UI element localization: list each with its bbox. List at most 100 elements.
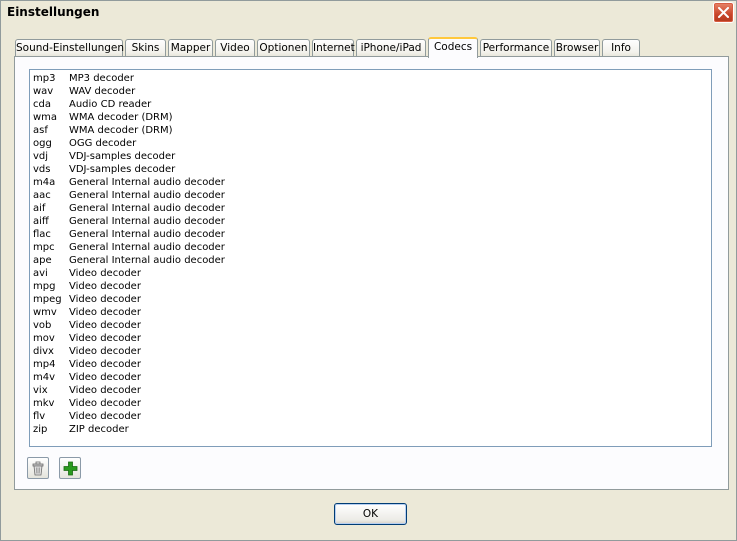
- codec-description: WAV decoder: [69, 86, 136, 97]
- codec-description: Video decoder: [69, 372, 141, 383]
- close-icon: [718, 7, 729, 18]
- codec-extension: vds: [33, 164, 51, 175]
- codec-extension: mp4: [33, 359, 56, 370]
- tab-iphone-ipad[interactable]: iPhone/iPad: [356, 39, 426, 57]
- codec-extension: vob: [33, 320, 52, 331]
- codec-description: Video decoder: [69, 359, 141, 370]
- codec-description: Video decoder: [69, 281, 141, 292]
- codec-extension: mkv: [33, 398, 55, 409]
- tab-optionen[interactable]: Optionen: [257, 39, 310, 57]
- codec-description: VDJ-samples decoder: [69, 151, 176, 162]
- codec-extension: vdj: [33, 151, 49, 162]
- settings-window: Einstellungen Sound-Einstellungen Skins Ma…: [0, 0, 737, 541]
- codec-description: Video decoder: [69, 333, 141, 344]
- codec-extension: cda: [33, 99, 51, 110]
- codec-description: VDJ-samples decoder: [69, 164, 176, 175]
- list-item[interactable]: divx Video decoder: [33, 345, 141, 358]
- list-item[interactable]: aiff General Internal audio decoder: [33, 215, 225, 228]
- list-item[interactable]: mp3 MP3 decoder: [33, 72, 134, 85]
- list-item[interactable]: mkv Video decoder: [33, 397, 141, 410]
- codec-description: WMA decoder (DRM): [69, 125, 173, 136]
- list-item[interactable]: mpc General Internal audio decoder: [33, 241, 225, 254]
- codec-description: MP3 decoder: [69, 73, 134, 84]
- list-item[interactable]: wav WAV decoder: [33, 85, 135, 98]
- list-item[interactable]: vix Video decoder: [33, 384, 141, 397]
- codec-description: WMA decoder (DRM): [69, 112, 173, 123]
- codec-extension: wmv: [33, 307, 57, 318]
- codec-extension: mpc: [33, 242, 55, 253]
- codec-description: General Internal audio decoder: [69, 242, 225, 253]
- codec-description: Video decoder: [69, 346, 141, 357]
- codec-extension: m4a: [33, 177, 56, 188]
- list-item[interactable]: ape General Internal audio decoder: [33, 254, 225, 267]
- tab-browser[interactable]: Browser: [554, 39, 600, 57]
- list-item[interactable]: vdj VDJ-samples decoder: [33, 150, 175, 163]
- codec-list[interactable]: mp3 MP3 decoder wav WAV decoder cda Audio CD …: [29, 69, 712, 447]
- list-item[interactable]: cda Audio CD reader: [33, 98, 151, 111]
- codec-extension: mov: [33, 333, 55, 344]
- codec-extension: ogg: [33, 138, 52, 149]
- codec-description: ZIP decoder: [69, 424, 129, 435]
- codec-description: General Internal audio decoder: [69, 229, 225, 240]
- list-item[interactable]: flv Video decoder: [33, 410, 141, 423]
- codec-extension: asf: [33, 125, 48, 136]
- codec-extension: wav: [33, 86, 54, 97]
- codec-extension: mp3: [33, 73, 56, 84]
- list-item[interactable]: mpeg Video decoder: [33, 293, 141, 306]
- tab-info[interactable]: Info: [602, 39, 640, 57]
- delete-codec-button[interactable]: [27, 457, 49, 479]
- codec-description: Audio CD reader: [69, 99, 152, 110]
- list-item[interactable]: m4a General Internal audio decoder: [33, 176, 225, 189]
- list-item[interactable]: wma WMA decoder (DRM): [33, 111, 173, 124]
- trash-icon: [32, 461, 44, 475]
- codec-description: Video decoder: [69, 294, 141, 305]
- ok-button[interactable]: OK: [334, 503, 407, 525]
- tab-internet[interactable]: Internet: [312, 39, 355, 57]
- tab-video[interactable]: Video: [215, 39, 255, 57]
- codec-extension: avi: [33, 268, 48, 279]
- list-item[interactable]: zip ZIP decoder: [33, 423, 129, 436]
- codec-extension: flv: [33, 411, 46, 422]
- tab-sound-einstellungen[interactable]: Sound-Einstellungen: [15, 39, 124, 57]
- list-item[interactable]: vob Video decoder: [33, 319, 141, 332]
- tab-performance[interactable]: Performance: [480, 39, 552, 57]
- codec-description: Video decoder: [69, 411, 141, 422]
- codec-description: Video decoder: [69, 320, 141, 331]
- codec-description: General Internal audio decoder: [69, 203, 225, 214]
- codec-description: General Internal audio decoder: [69, 216, 225, 227]
- list-item[interactable]: aif General Internal audio decoder: [33, 202, 225, 215]
- codec-description: Video decoder: [69, 307, 141, 318]
- codec-extension: aiff: [33, 216, 49, 227]
- list-item[interactable]: vds VDJ-samples decoder: [33, 163, 175, 176]
- codec-extension: flac: [33, 229, 51, 240]
- list-item[interactable]: aac General Internal audio decoder: [33, 189, 225, 202]
- list-item[interactable]: m4v Video decoder: [33, 371, 141, 384]
- codec-extension: aif: [33, 203, 46, 214]
- list-item[interactable]: mpg Video decoder: [33, 280, 141, 293]
- list-item[interactable]: asf WMA decoder (DRM): [33, 124, 173, 137]
- window-title: Einstellungen: [7, 5, 100, 19]
- codec-extension: ape: [33, 255, 52, 266]
- list-item[interactable]: mp4 Video decoder: [33, 358, 141, 371]
- tab-codecs[interactable]: Codecs: [428, 37, 478, 58]
- codec-description: Video decoder: [69, 385, 141, 396]
- tab-mapper[interactable]: Mapper: [168, 39, 213, 57]
- add-codec-button[interactable]: [59, 457, 81, 479]
- codec-description: General Internal audio decoder: [69, 190, 225, 201]
- list-item[interactable]: ogg OGG decoder: [33, 137, 136, 150]
- codec-extension: mpg: [33, 281, 56, 292]
- tab-skins[interactable]: Skins: [125, 39, 166, 57]
- title-bar[interactable]: Einstellungen: [1, 1, 736, 25]
- list-item[interactable]: mov Video decoder: [33, 332, 141, 345]
- plus-icon: [63, 461, 77, 475]
- codec-extension: vix: [33, 385, 48, 396]
- list-item[interactable]: flac General Internal audio decoder: [33, 228, 225, 241]
- codec-description: Video decoder: [69, 398, 141, 409]
- list-item[interactable]: avi Video decoder: [33, 267, 141, 280]
- list-item[interactable]: wmv Video decoder: [33, 306, 141, 319]
- codec-extension: wma: [33, 112, 58, 123]
- close-button[interactable]: [713, 2, 734, 23]
- codecs-panel: mp3 MP3 decoder wav WAV decoder cda Audio CD …: [14, 56, 729, 490]
- codec-extension: zip: [33, 424, 48, 435]
- tab-strip: Sound-Einstellungen Skins Mapper Video Optio…: [15, 37, 655, 58]
